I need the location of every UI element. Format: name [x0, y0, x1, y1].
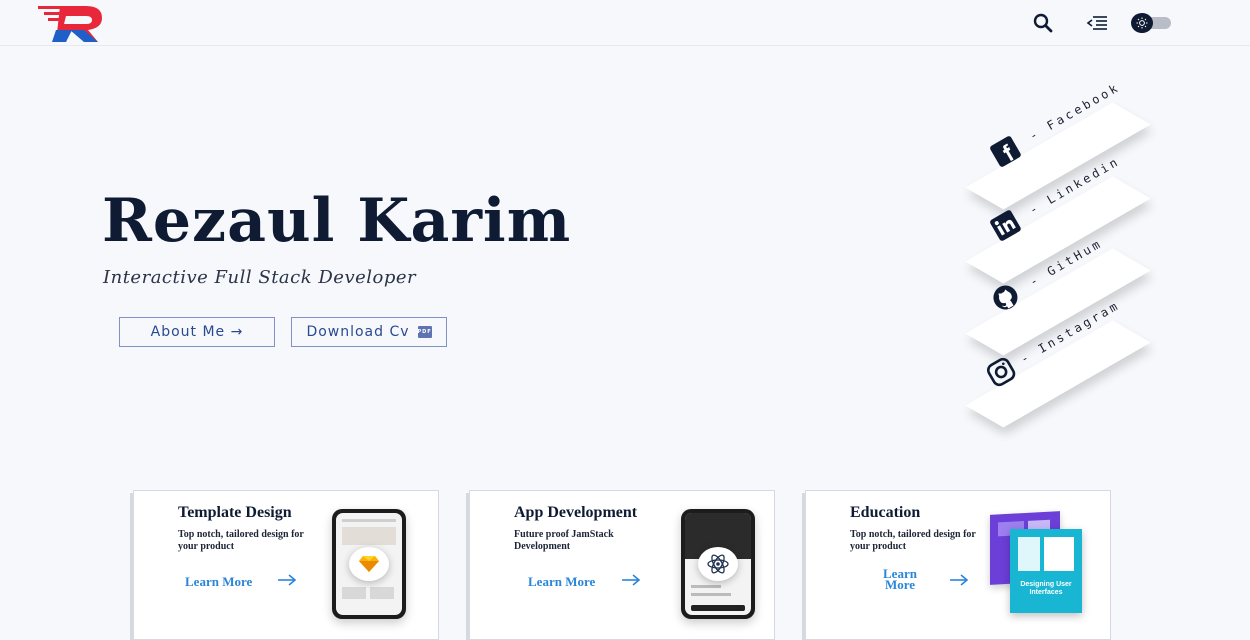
hero-role: Interactive Full Stack Developer — [103, 267, 417, 288]
sun-icon — [1136, 17, 1148, 29]
about-me-label: About Me → — [150, 324, 244, 340]
menu-icon — [1086, 16, 1107, 30]
about-me-button[interactable]: About Me → — [119, 317, 275, 347]
service-card-app-development: App Development Future proof JamStack De… — [469, 490, 775, 640]
download-cv-label: Download Cv — [306, 324, 410, 340]
phone-screen — [685, 513, 751, 615]
service-card-education: Education Top notch, tailored design for… — [805, 490, 1111, 640]
service-description: Future proof JamStack Development — [514, 529, 614, 552]
service-card-template-design: Template Design Top notch, tailored desi… — [133, 490, 439, 640]
book-cover-front: Designing User Interfaces — [1010, 529, 1082, 613]
hero-name: Rezaul Karim — [102, 186, 572, 256]
phone-screen — [336, 513, 402, 615]
search-button[interactable] — [1030, 10, 1056, 36]
search-icon — [1033, 13, 1053, 33]
arrow-right-icon[interactable] — [949, 573, 969, 587]
top-navbar — [0, 0, 1250, 46]
service-title: Education — [850, 504, 921, 521]
service-description: Top notch, tailored design for your prod… — [178, 529, 304, 552]
react-icon — [698, 547, 738, 581]
download-cv-button[interactable]: Download Cv PDF — [291, 317, 447, 347]
book-title: Designing User Interfaces — [1020, 581, 1072, 596]
arrow-right-icon[interactable] — [621, 573, 641, 587]
learn-more-link[interactable]: Learn More — [528, 574, 595, 590]
service-title: App Development — [514, 504, 638, 521]
sketch-icon — [349, 547, 389, 581]
learn-more-link[interactable]: Learn More — [875, 567, 925, 591]
toggle-knob — [1131, 13, 1153, 33]
social-link-instagram[interactable]: - Instagram — [955, 298, 1161, 428]
service-description: Top notch, tailored design for your prod… — [850, 529, 976, 552]
phone-mockup — [332, 509, 406, 619]
brand-logo-icon[interactable] — [36, 2, 106, 44]
phone-mockup — [681, 509, 755, 619]
service-title: Template Design — [178, 504, 292, 521]
arrow-right-icon[interactable] — [277, 573, 297, 587]
theme-toggle[interactable] — [1131, 13, 1171, 33]
menu-button[interactable] — [1084, 10, 1110, 36]
pdf-icon: PDF — [417, 326, 432, 338]
learn-more-link[interactable]: Learn More — [185, 574, 252, 590]
